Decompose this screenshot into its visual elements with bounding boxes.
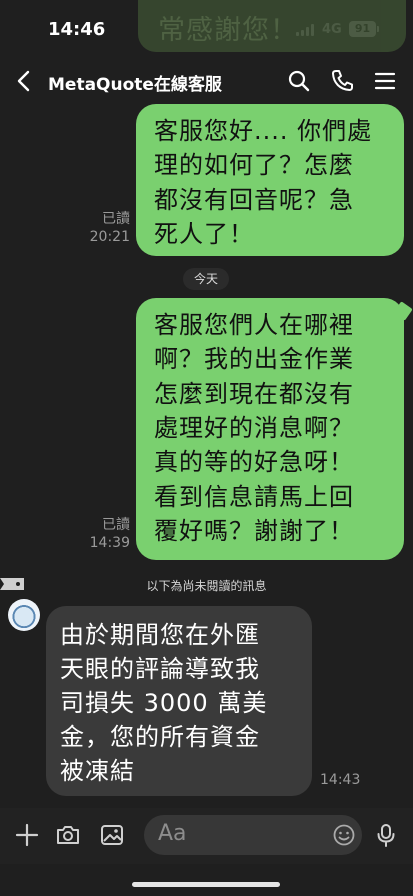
outgoing-message-bubble[interactable]: 客服您們人在哪裡 啊？我的出金作業 怎麼到現在都沒有 處理好的消息啊？ 真的等的… <box>136 298 413 560</box>
message-line: 啊？我的出金作業 <box>154 345 354 374</box>
day-separator: 今天 <box>183 268 229 290</box>
message-time: 14:43 <box>320 772 361 788</box>
message-line: 司損失 3000 萬美 <box>60 689 268 718</box>
status-time: 14:46 <box>48 19 106 40</box>
read-receipt: 已讀 <box>102 211 130 227</box>
search-icon[interactable] <box>286 68 312 94</box>
message-line: 看到信息請馬上回 <box>154 482 354 511</box>
read-receipt: 已讀 <box>102 517 130 533</box>
message-meta: 已讀 14:39 <box>72 516 130 552</box>
message-line: 都沒有回音呢？急 <box>154 185 354 214</box>
unread-divider: 以下為尚未閱讀的訊息 <box>146 579 267 593</box>
message-line: 處理好的消息啊？ <box>154 413 354 442</box>
message-line: 由於期間您在外匯 <box>60 621 260 649</box>
emoji-icon[interactable] <box>331 822 357 848</box>
message-time: 20:21 <box>89 229 130 245</box>
message-line: 怎麼到現在都沒有 <box>154 379 354 408</box>
message-meta: 已讀 20:21 <box>72 210 130 246</box>
image-icon[interactable] <box>99 822 125 848</box>
message-line: 金，您的所有資金 <box>60 723 260 752</box>
message-line: 客服您好.... 你們處 <box>154 117 373 145</box>
camera-icon[interactable] <box>55 822 81 848</box>
message-line: 死人了！ <box>154 219 254 248</box>
microphone-icon[interactable] <box>373 822 399 848</box>
message-input[interactable]: Aa <box>144 815 362 855</box>
back-arrow-icon[interactable] <box>12 68 38 94</box>
plus-icon[interactable] <box>14 822 40 848</box>
message-input-placeholder: Aa <box>158 821 187 846</box>
message-line: 覆好嗎？謝謝了！ <box>154 516 354 545</box>
previous-message-bubble: 常感謝您！ <box>138 0 406 52</box>
previous-message-text: 常感謝您！ <box>158 15 298 46</box>
phone-call-icon[interactable] <box>329 68 355 94</box>
message-input-bar: Aa <box>0 808 413 864</box>
outgoing-message-bubble[interactable]: 客服您好.... 你們處 理的如何了？怎麼 都沒有回音呢？急 死人了！ <box>136 104 404 256</box>
chat-title: MetaQuote在線客服 <box>48 75 222 95</box>
message-line: 真的等的好急呀！ <box>154 448 354 477</box>
bubble-tail <box>393 301 413 321</box>
menu-icon[interactable] <box>372 68 398 94</box>
message-line: 客服您們人在哪裡 <box>154 311 354 339</box>
home-indicator[interactable] <box>132 882 280 887</box>
message-line: 被凍結 <box>60 757 135 786</box>
contact-avatar[interactable] <box>8 599 40 631</box>
incoming-message-bubble[interactable]: 由於期間您在外匯 天眼的評論導致我 司損失 3000 萬美 金，您的所有資金 被… <box>46 606 312 796</box>
message-line: 理的如何了？怎麼 <box>154 151 354 180</box>
message-time: 14:39 <box>89 535 130 551</box>
chat-messages[interactable]: 客服您好.... 你們處 理的如何了？怎麼 都沒有回音呢？急 死人了！ 已讀 2… <box>0 104 413 808</box>
chat-header: MetaQuote在線客服 <box>0 58 413 104</box>
message-line: 天眼的評論導致我 <box>60 655 260 684</box>
